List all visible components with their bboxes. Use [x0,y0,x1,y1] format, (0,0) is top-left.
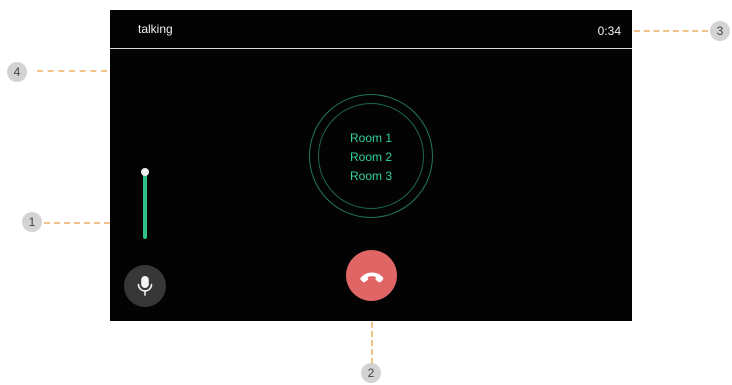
callout-badge-4: 4 [7,62,27,82]
call-header: talking 0:34 [110,10,632,49]
callout-badge-2: 2 [361,363,381,383]
callout-line-3 [634,30,708,32]
callout-badge-1: 1 [22,212,42,232]
header-divider [110,48,632,49]
room-item-1: Room 1 [349,131,393,145]
volume-slider[interactable] [141,168,149,240]
call-timer: 0:34 [597,24,621,38]
callout-line-2 [371,322,373,364]
room-list: Room 1 Room 2 Room 3 [310,129,432,186]
room-status-ring: Room 1 Room 2 Room 3 [309,94,433,218]
call-screen: talking 0:34 Room 1 Room 2 Room 3 [110,10,632,321]
volume-slider-track[interactable] [143,173,147,239]
end-call-button[interactable] [346,250,397,301]
microphone-button[interactable] [124,265,166,307]
callout-line-4 [37,70,107,72]
call-status-text: talking [138,22,173,36]
callout-badge-3: 3 [710,21,730,41]
callout-line-1 [44,222,110,224]
phone-hangup-icon [360,272,384,283]
room-item-2: Room 2 [349,150,393,164]
microphone-icon [137,276,153,296]
room-item-3: Room 3 [349,169,393,183]
volume-slider-handle[interactable] [141,168,149,176]
